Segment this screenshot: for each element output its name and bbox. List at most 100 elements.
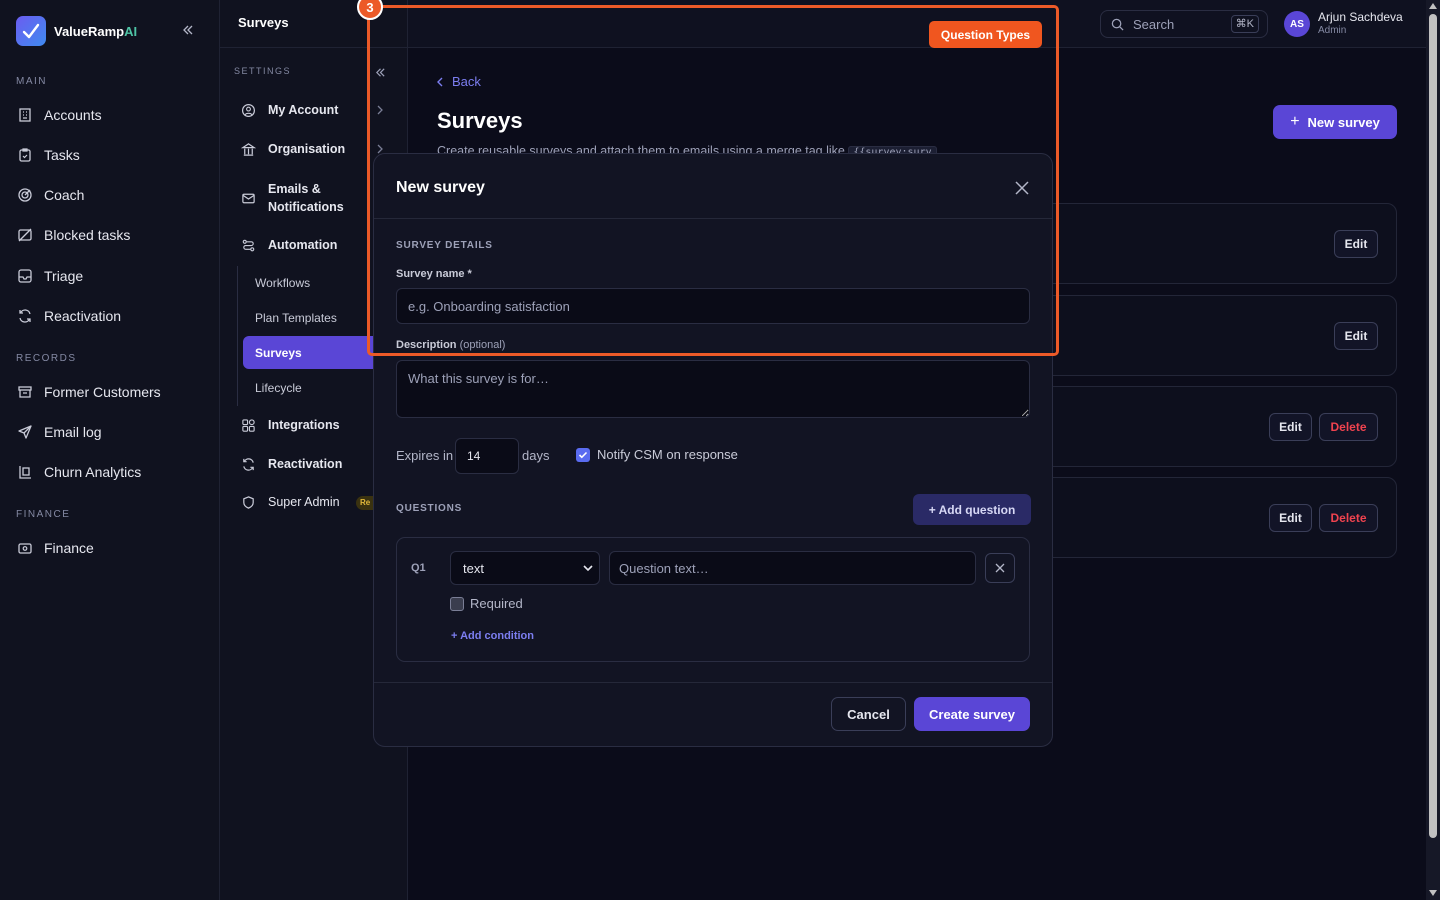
logo-icon bbox=[16, 16, 46, 46]
settings-item-reactivation[interactable]: Reactivation bbox=[240, 456, 380, 472]
sidebar-item-label: Churn Analytics bbox=[44, 464, 142, 480]
sidebar-item-label: Email log bbox=[44, 424, 102, 440]
brand[interactable]: ValueRampAI bbox=[16, 16, 137, 46]
annotation-tag: Question Types bbox=[929, 21, 1042, 48]
expires-label: Expires in bbox=[396, 448, 454, 463]
days-label: days bbox=[522, 448, 550, 463]
main-sidebar: ValueRampAI MAIN Accounts Tasks Coach Bl… bbox=[0, 0, 220, 900]
sidebar-item-label: Triage bbox=[44, 268, 84, 284]
page-title: Surveys bbox=[437, 108, 523, 133]
settings-item-automation[interactable]: Automation bbox=[240, 237, 380, 253]
chevron-down-icon bbox=[583, 563, 593, 573]
settings-item-label: Reactivation bbox=[268, 457, 343, 471]
question-type-select[interactable]: text bbox=[450, 551, 600, 585]
send-icon bbox=[16, 423, 34, 441]
settings-section-label: SETTINGS bbox=[234, 66, 292, 76]
sidebar-item-label: Reactivation bbox=[44, 308, 122, 324]
section-questions: QUESTIONS bbox=[396, 503, 463, 514]
automation-icon bbox=[240, 237, 256, 253]
scrollbar-thumb[interactable] bbox=[1429, 14, 1437, 838]
delete-button[interactable]: Delete bbox=[1319, 504, 1378, 532]
grid-icon bbox=[240, 417, 256, 433]
avatar[interactable]: AS bbox=[1284, 11, 1310, 37]
brand-name: ValueRampAI bbox=[54, 23, 138, 39]
search-shortcut: ⌘K bbox=[1230, 15, 1259, 33]
sidebar-item-finance[interactable]: Finance bbox=[16, 534, 206, 562]
sidebar-item-blocked-tasks[interactable]: Blocked tasks bbox=[16, 221, 206, 249]
divider bbox=[220, 47, 408, 48]
sidebar-item-churn-analytics[interactable]: Churn Analytics bbox=[16, 458, 206, 486]
search-placeholder: Search bbox=[1133, 16, 1175, 32]
blocked-icon bbox=[16, 226, 34, 244]
close-icon[interactable] bbox=[1014, 180, 1030, 196]
sidebar-item-label: Tasks bbox=[44, 147, 80, 163]
sidebar-item-triage[interactable]: Triage bbox=[16, 262, 206, 290]
edit-button[interactable]: Edit bbox=[1334, 230, 1378, 258]
notify-csm-label[interactable]: Notify CSM on response bbox=[597, 447, 738, 462]
sidebar-item-former-customers[interactable]: Former Customers bbox=[16, 378, 206, 406]
add-condition-link[interactable]: + Add condition bbox=[451, 630, 534, 642]
back-label: Back bbox=[452, 74, 481, 89]
settings-sub-workflows[interactable]: Workflows bbox=[255, 276, 310, 290]
divider bbox=[374, 218, 1052, 219]
optional-tag: (optional) bbox=[459, 339, 506, 351]
settings-item-organisation[interactable]: Organisation bbox=[240, 141, 380, 157]
section-survey-details: SURVEY DETAILS bbox=[396, 240, 493, 251]
refresh-icon bbox=[240, 456, 256, 472]
settings-sub-lifecycle[interactable]: Lifecycle bbox=[255, 381, 302, 395]
search-icon bbox=[1111, 17, 1125, 31]
collapse-sidebar-icon[interactable] bbox=[180, 22, 196, 38]
scroll-down-icon[interactable] bbox=[1429, 890, 1437, 896]
description-label-text: Description bbox=[396, 339, 457, 351]
chart-icon bbox=[16, 463, 34, 481]
edit-button[interactable]: Edit bbox=[1334, 322, 1378, 350]
sidebar-item-reactivation[interactable]: Reactivation bbox=[16, 302, 206, 330]
new-survey-modal: New survey SURVEY DETAILS Survey name * … bbox=[373, 153, 1053, 747]
inbox-icon bbox=[16, 267, 34, 285]
create-survey-button[interactable]: Create survey bbox=[914, 697, 1030, 731]
notify-csm-checkbox[interactable] bbox=[576, 448, 590, 462]
edit-button[interactable]: Edit bbox=[1269, 504, 1312, 532]
cancel-button[interactable]: Cancel bbox=[831, 697, 906, 731]
settings-title: Surveys bbox=[238, 15, 289, 30]
sidebar-item-label: Finance bbox=[44, 540, 94, 556]
survey-name-label: Survey name * bbox=[396, 268, 472, 280]
required-label[interactable]: Required bbox=[470, 596, 523, 611]
sidebar-item-coach[interactable]: Coach bbox=[16, 181, 206, 209]
remove-question-button[interactable] bbox=[985, 553, 1015, 583]
sidebar-item-label: Coach bbox=[44, 187, 85, 203]
settings-item-emails[interactable]: Emails & Notifications bbox=[240, 180, 380, 216]
sidebar-item-label: Blocked tasks bbox=[44, 227, 131, 243]
survey-name-input[interactable] bbox=[396, 288, 1030, 324]
new-survey-label: New survey bbox=[1307, 114, 1380, 130]
required-checkbox[interactable] bbox=[450, 597, 464, 611]
sidebar-item-accounts[interactable]: Accounts bbox=[16, 101, 206, 129]
sidebar-item-email-log[interactable]: Email log bbox=[16, 418, 206, 446]
settings-sub-surveys[interactable]: Surveys bbox=[255, 346, 302, 360]
sidebar-item-tasks[interactable]: Tasks bbox=[16, 141, 206, 169]
back-link[interactable]: Back bbox=[436, 74, 481, 89]
user-circle-icon bbox=[240, 102, 256, 118]
collapse-settings-icon[interactable] bbox=[372, 64, 388, 80]
submenu-line bbox=[237, 266, 238, 406]
mail-icon bbox=[240, 190, 256, 206]
edit-button[interactable]: Edit bbox=[1269, 413, 1312, 441]
delete-button[interactable]: Delete bbox=[1319, 413, 1378, 441]
new-survey-button[interactable]: + New survey bbox=[1273, 105, 1397, 139]
settings-item-my-account[interactable]: My Account bbox=[240, 102, 380, 118]
page-scrollbar[interactable] bbox=[1426, 0, 1440, 900]
question-text-input[interactable] bbox=[609, 551, 976, 585]
expires-days-input[interactable] bbox=[455, 438, 519, 474]
bank-icon bbox=[240, 141, 256, 157]
search-box[interactable]: Search ⌘K bbox=[1100, 10, 1268, 38]
scroll-up-icon[interactable] bbox=[1429, 3, 1437, 9]
archive-icon bbox=[16, 383, 34, 401]
sidebar-item-label: Accounts bbox=[44, 107, 102, 123]
settings-item-integrations[interactable]: Integrations bbox=[240, 417, 380, 433]
settings-sub-plan-templates[interactable]: Plan Templates bbox=[255, 311, 337, 325]
description-textarea[interactable] bbox=[396, 360, 1030, 418]
user-role: Admin bbox=[1318, 25, 1347, 36]
add-question-button[interactable]: + Add question bbox=[913, 494, 1031, 525]
wallet-icon bbox=[16, 539, 34, 557]
divider bbox=[374, 682, 1052, 683]
